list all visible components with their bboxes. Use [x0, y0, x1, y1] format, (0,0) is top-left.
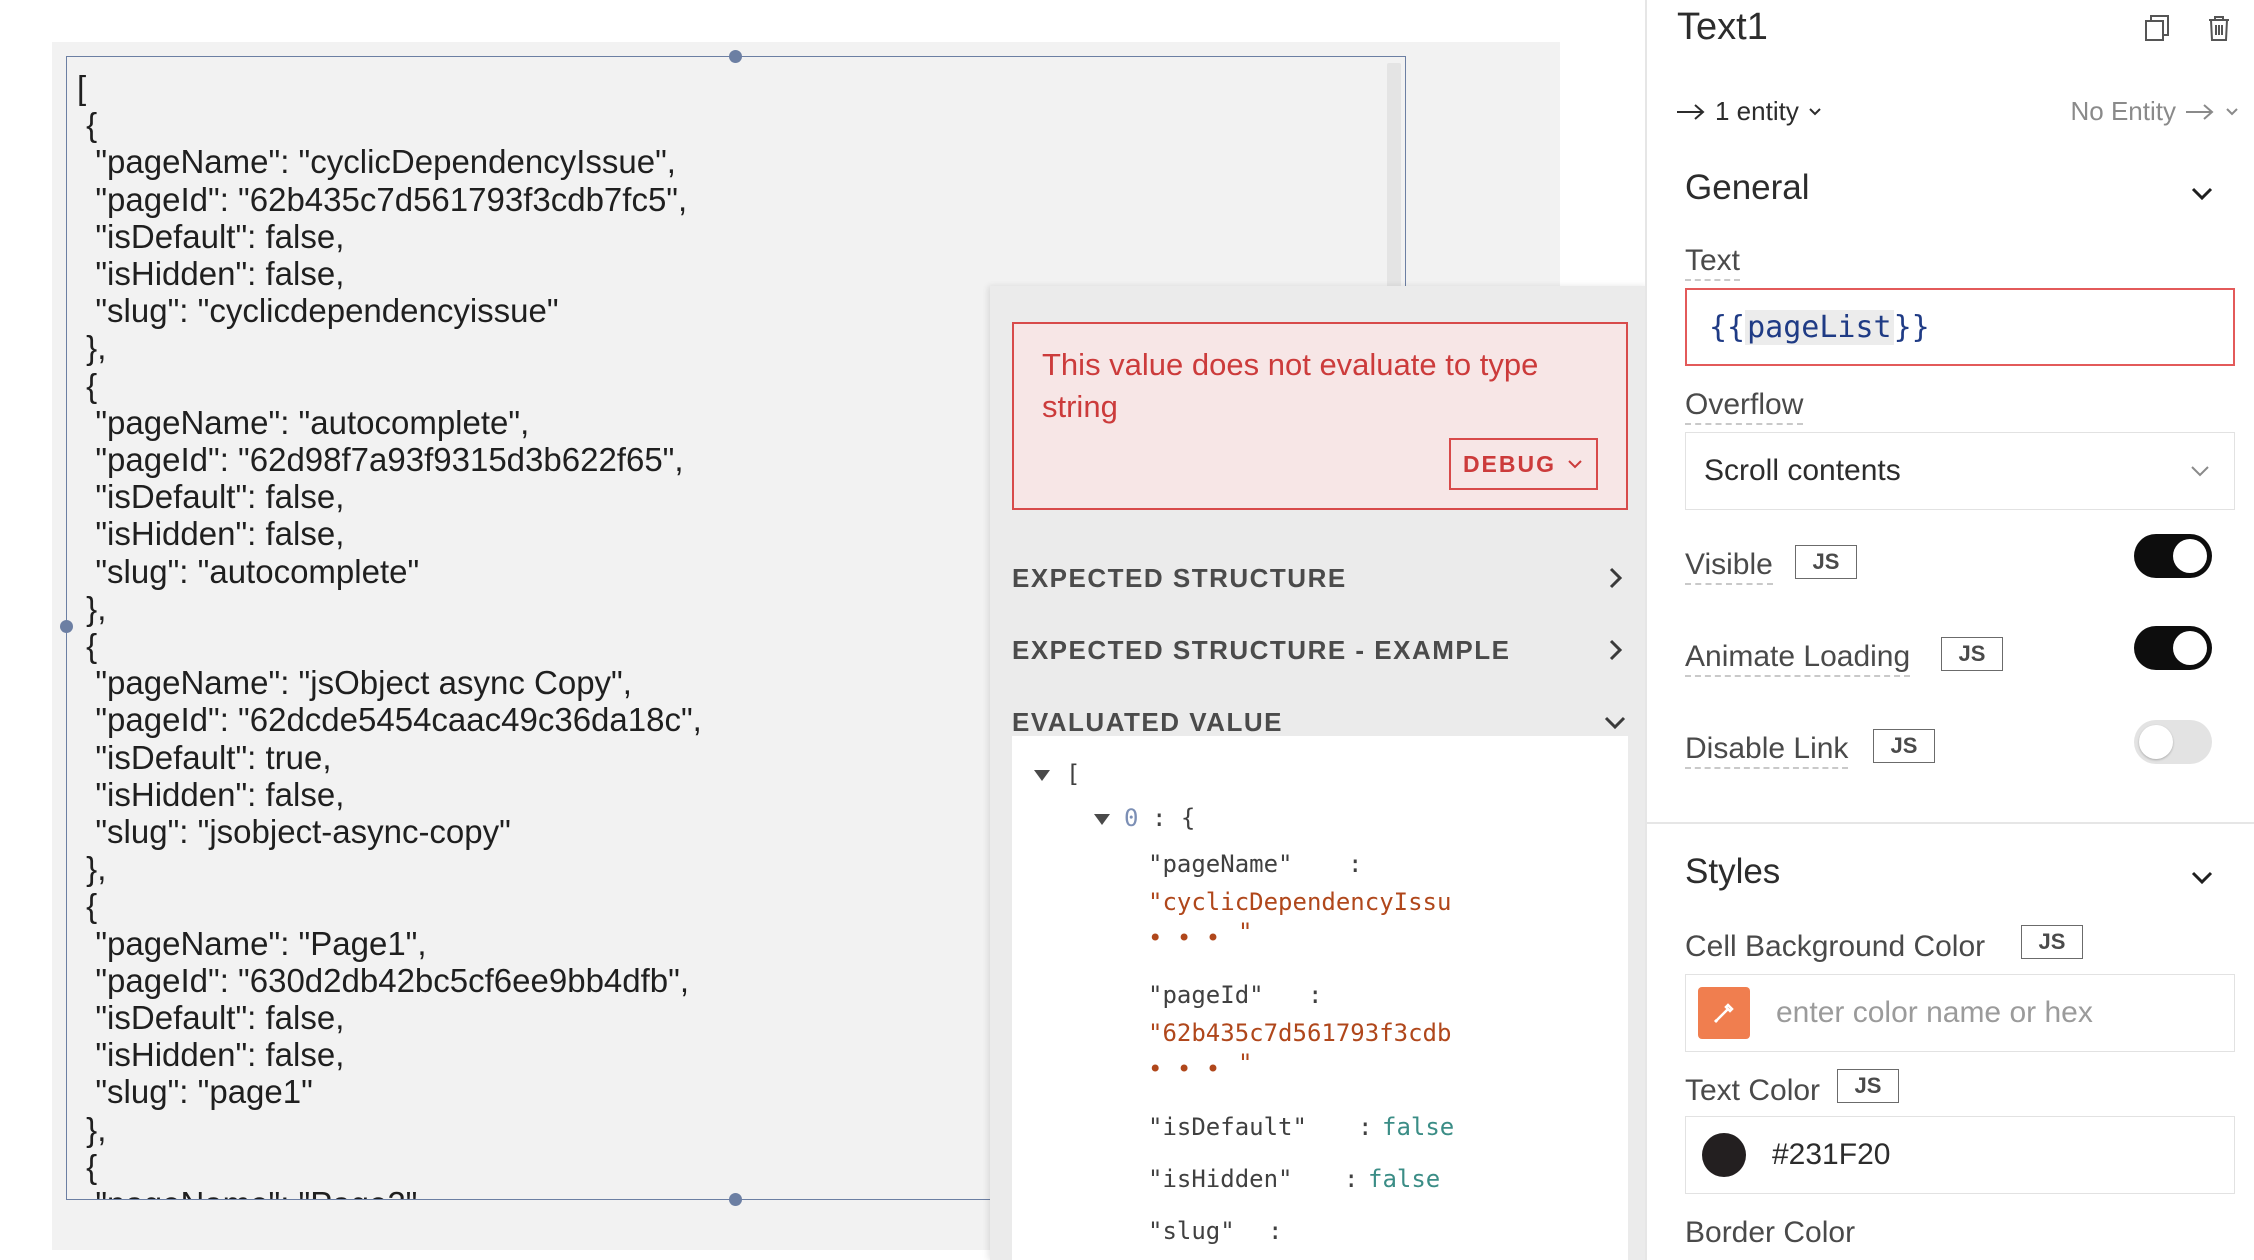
tree-colon: : — [1348, 850, 1363, 878]
text-color-label: Text Color — [1685, 1074, 1821, 1107]
tree-value-isdefault: false — [1382, 1113, 1455, 1141]
collapse-triangle-icon[interactable] — [1034, 770, 1050, 781]
disable-link-switch[interactable] — [2134, 720, 2212, 764]
tree-value-pagename: "cyclicDependencyIssu — [1148, 888, 1452, 916]
binding-reference: pageList — [1745, 309, 1894, 345]
error-message: This value does not evaluate to type str… — [1042, 347, 1539, 424]
chevron-down-icon — [1568, 460, 1582, 469]
overflow-property-label: Overflow — [1685, 388, 1804, 425]
cell-background-js-toggle[interactable]: JS — [2021, 925, 2083, 959]
text-property-input[interactable]: {{pageList}} — [1685, 288, 2235, 366]
expected-example-label: EXPECTED STRUCTURE - EXAMPLE — [1012, 634, 1511, 665]
tree-ellipsis: • • • — [1148, 924, 1221, 952]
arrow-right-icon — [1677, 103, 1705, 120]
expected-structure-section[interactable]: EXPECTED STRUCTURE — [1012, 548, 1628, 608]
entity-count: 1 entity — [1715, 96, 1799, 126]
cell-background-color-input[interactable]: enter color name or hex — [1685, 974, 2235, 1052]
resize-handle-top[interactable] — [729, 50, 742, 63]
general-section-title[interactable]: General — [1685, 168, 1810, 208]
tree-value-pageid: "62b435c7d561793f3cdb — [1148, 1019, 1452, 1047]
cell-background-color-label: Cell Background Color — [1685, 930, 1986, 963]
chevron-down-icon — [1604, 716, 1626, 730]
visible-property-label: Visible — [1685, 548, 1773, 585]
property-pane: Text1 1 entity No Entity General Text {{… — [1645, 0, 2254, 1260]
chevron-right-icon — [1609, 639, 1623, 661]
expected-example-section[interactable]: EXPECTED STRUCTURE - EXAMPLE — [1012, 620, 1628, 680]
chevron-down-icon[interactable] — [2188, 180, 2216, 208]
tree-key-slug: "slug" — [1148, 1217, 1235, 1245]
widget-scrollbar[interactable] — [1387, 63, 1401, 293]
trash-icon[interactable] — [2203, 12, 2235, 44]
debug-label: DEBUG — [1462, 450, 1556, 477]
tree-colon: : — [1358, 1113, 1373, 1141]
binding-close: }} — [1893, 309, 1930, 345]
no-entity-dropdown[interactable]: No Entity — [2071, 96, 2241, 127]
no-entity-label: No Entity — [2070, 96, 2177, 126]
overflow-select[interactable]: Scroll contents — [1685, 432, 2235, 510]
evaluated-value-tree: [ 0 : { "pageName" : "cyclicDependencyIs… — [1012, 736, 1628, 1260]
tree-key-pageid: "pageId" — [1148, 981, 1264, 1009]
switch-knob — [2173, 539, 2207, 573]
animate-loading-switch[interactable] — [2134, 626, 2212, 670]
animate-loading-property-label: Animate Loading — [1685, 640, 1911, 677]
tree-key-ishidden: "isHidden" — [1148, 1165, 1293, 1193]
eyedropper-icon — [1713, 1003, 1734, 1024]
cell-background-placeholder: enter color name or hex — [1776, 996, 2093, 1029]
widget-name[interactable]: Text1 — [1677, 6, 1768, 49]
tree-quote: " — [1238, 918, 1253, 946]
overflow-value: Scroll contents — [1704, 454, 1901, 487]
text-color-swatch[interactable] — [1702, 1133, 1746, 1177]
resize-handle-left[interactable] — [60, 620, 73, 633]
widget-text-content: [ { "pageName": "cyclicDependencyIssue",… — [77, 69, 702, 1199]
tree-ellipsis: • • • — [1148, 1055, 1221, 1083]
visible-switch[interactable] — [2134, 534, 2212, 578]
tree-colon-brace: : { — [1152, 804, 1196, 832]
color-picker-icon[interactable] — [1698, 987, 1750, 1039]
chevron-down-icon — [1809, 107, 1821, 115]
error-box: This value does not evaluate to type str… — [1012, 322, 1628, 510]
border-color-label: Border Color — [1685, 1216, 1856, 1249]
tree-colon: : — [1268, 1217, 1283, 1245]
visible-js-toggle[interactable]: JS — [1795, 545, 1857, 579]
debug-button[interactable]: DEBUG — [1448, 438, 1598, 490]
expected-structure-label: EXPECTED STRUCTURE — [1012, 562, 1347, 593]
switch-knob — [2139, 725, 2173, 759]
tree-key-pagename: "pageName" — [1148, 850, 1293, 878]
chevron-down-icon[interactable] — [2188, 864, 2216, 892]
binding-open: {{ — [1709, 309, 1746, 345]
tree-value-ishidden: false — [1368, 1165, 1441, 1193]
arrow-right-icon — [2186, 103, 2214, 120]
tree-colon: : — [1344, 1165, 1359, 1193]
chevron-down-icon — [2226, 107, 2238, 115]
text-property-label: Text — [1685, 244, 1741, 281]
styles-section-title[interactable]: Styles — [1685, 852, 1780, 892]
disable-link-js-toggle[interactable]: JS — [1873, 729, 1935, 763]
chevron-down-icon — [2191, 466, 2209, 477]
resize-handle-bottom[interactable] — [729, 1193, 742, 1206]
animate-loading-js-toggle[interactable]: JS — [1941, 637, 2003, 671]
tree-key-isdefault: "isDefault" — [1148, 1113, 1307, 1141]
text-color-js-toggle[interactable]: JS — [1837, 1069, 1899, 1103]
section-divider — [1647, 822, 2254, 824]
tree-colon: : — [1308, 981, 1323, 1009]
tree-quote: " — [1238, 1049, 1253, 1077]
copy-icon[interactable] — [2141, 12, 2173, 44]
text-color-value: #231F20 — [1772, 1138, 1891, 1171]
tree-open-bracket: [ — [1066, 760, 1081, 788]
entity-dropdown[interactable]: 1 entity — [1675, 96, 1823, 127]
collapse-triangle-icon[interactable] — [1094, 814, 1110, 825]
text-color-input[interactable]: #231F20 — [1685, 1116, 2235, 1194]
switch-knob — [2173, 631, 2207, 665]
chevron-right-icon — [1609, 567, 1623, 589]
evaluation-popover: This value does not evaluate to type str… — [990, 286, 1648, 1260]
tree-index: 0 — [1124, 804, 1139, 832]
disable-link-property-label: Disable Link — [1685, 732, 1849, 769]
evaluated-value-label: EVALUATED VALUE — [1012, 706, 1283, 737]
